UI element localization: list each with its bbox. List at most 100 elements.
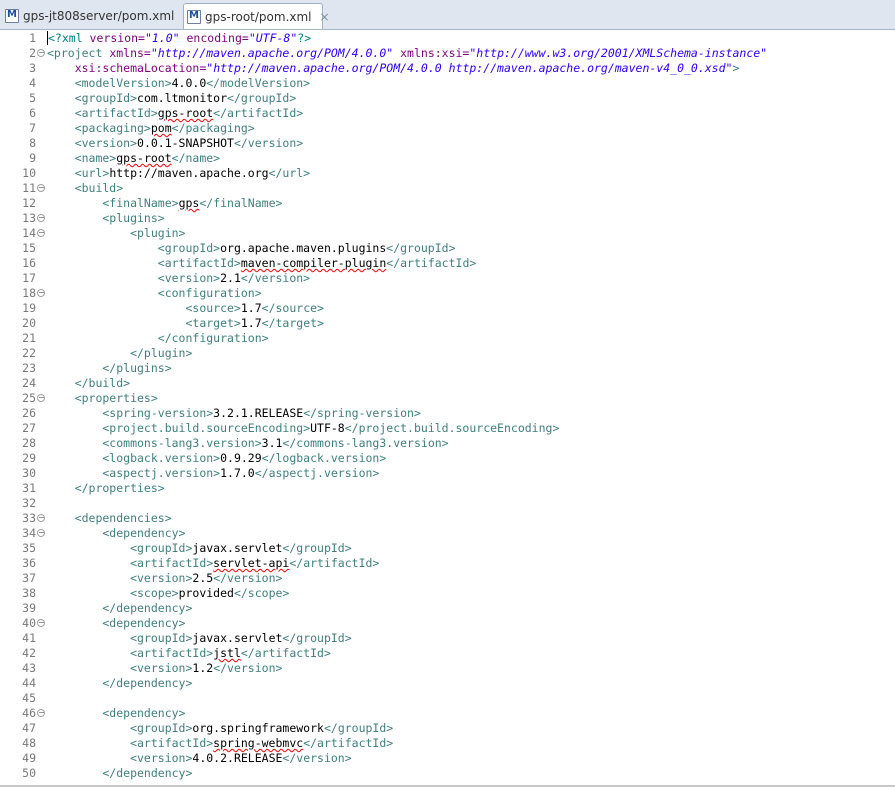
code-line: 45 (0, 691, 895, 706)
code-line: 3 xsi:schemaLocation="http://maven.apach… (0, 61, 895, 76)
line-number: 44 (22, 676, 36, 690)
code-text: <commons-lang3.version>3.1</commons-lang… (47, 436, 448, 451)
code-text: <plugin> (47, 226, 185, 241)
line-number: 42 (22, 646, 36, 660)
code-line: 38 <scope>provided</scope> (0, 586, 895, 601)
code-line: 47 <groupId>org.springframework</groupId… (0, 721, 895, 736)
token-tag: <dependencies> (47, 511, 172, 525)
code-text: <aspectj.version>1.7.0</aspectj.version> (47, 466, 379, 481)
editor-tab-bar: gps-jt808server/pom.xml gps-root/pom.xml… (0, 0, 895, 30)
code-line: 20 <target>1.7</target> (0, 316, 895, 331)
code-text: <dependency> (47, 616, 185, 631)
token-txt: org.springframework (192, 721, 324, 735)
code-line: 24 </build> (0, 376, 895, 391)
tab-label: gps-root/pom.xml (205, 9, 312, 24)
line-number: 14 (22, 226, 36, 240)
token-attr: encoding= (186, 31, 249, 45)
code-text: <packaging>pom</packaging> (47, 121, 255, 136)
code-line: 25− <properties> (0, 391, 895, 406)
fold-toggle-icon[interactable]: − (37, 709, 45, 717)
fold-toggle-icon[interactable]: − (37, 619, 45, 627)
code-line: 50 </dependency> (0, 766, 895, 781)
fold-toggle-icon[interactable]: − (37, 529, 45, 537)
line-number: 35 (22, 541, 36, 555)
code-line: 11− <build> (0, 181, 895, 196)
fold-toggle-icon[interactable]: − (37, 394, 45, 402)
code-line: 17 <version>2.1</version> (0, 271, 895, 286)
code-text: <artifactId>jstl</artifactId> (47, 646, 331, 661)
token-txt: gps (178, 196, 200, 210)
fold-toggle-icon[interactable]: − (37, 49, 45, 57)
line-number: 26 (22, 406, 36, 420)
code-text: <plugins> (47, 211, 164, 226)
token-tag: </groupId> (227, 91, 297, 105)
token-txt: 1.7.0 (220, 466, 255, 480)
code-line: 5 <groupId>com.ltmonitor</groupId> (0, 91, 895, 106)
token-txt: UTF-8 (310, 421, 345, 435)
tab-gps-root-pom[interactable]: gps-root/pom.xml × (183, 3, 330, 29)
token-tag: </dependency> (47, 766, 193, 780)
fold-toggle-icon[interactable]: − (37, 289, 45, 297)
token-tag: </plugin> (47, 346, 193, 360)
token-attr: xmlns= (109, 46, 151, 60)
token-tag: <url> (47, 166, 110, 180)
fold-toggle-icon[interactable]: − (37, 184, 45, 192)
line-number: 24 (22, 376, 36, 390)
fold-toggle-icon[interactable]: − (37, 214, 45, 222)
code-text: <url>http://maven.apache.org</url> (47, 166, 310, 181)
fold-toggle-icon[interactable]: − (37, 229, 45, 237)
code-text: <groupId>org.springframework</groupId> (47, 721, 393, 736)
tab-jt808server-pom[interactable]: gps-jt808server/pom.xml (0, 4, 176, 28)
line-number: 18 (22, 286, 36, 300)
token-txt: 4.0.0 (171, 76, 207, 90)
code-line: 40− <dependency> (0, 616, 895, 631)
code-text: <dependencies> (47, 511, 172, 526)
line-number: 49 (22, 751, 36, 765)
token-tag: </artifactId> (213, 106, 304, 120)
fold-toggle-icon[interactable]: − (37, 514, 45, 522)
code-text: <version>4.0.2.RELEASE</version> (47, 751, 352, 766)
code-text: <finalName>gps</finalName> (47, 196, 282, 211)
code-text: <properties> (47, 391, 158, 406)
token-tag: </artifactId> (303, 736, 394, 750)
code-text: </dependency> (47, 601, 192, 616)
code-text: <logback.version>0.9.29</logback.version… (47, 451, 386, 466)
token-tag: </groupId> (323, 721, 394, 735)
code-line: 27 <project.build.sourceEncoding>UTF-8</… (0, 421, 895, 436)
token-tag: </packaging> (171, 121, 255, 135)
token-tag: <scope> (47, 586, 179, 600)
code-text: </properties> (47, 481, 165, 496)
token-tag: <version> (47, 751, 193, 765)
code-text: </build> (47, 376, 130, 391)
code-text: <version>0.0.1-SNAPSHOT</version> (47, 136, 304, 151)
token-tag: <spring-version> (47, 406, 214, 420)
code-line: 39 </dependency> (0, 601, 895, 616)
code-line: 26 <spring-version>3.2.1.RELEASE</spring… (0, 406, 895, 421)
line-number: 50 (22, 766, 36, 780)
code-line: 43 <version>1.2</version> (0, 661, 895, 676)
token-tag: <artifactId> (47, 256, 241, 270)
token-tag: </version> (240, 271, 311, 285)
token-txt: 1.7 (240, 301, 262, 315)
line-number: 3 (29, 61, 36, 75)
token-tag: <properties> (47, 391, 158, 405)
token-txt: gps-root (157, 106, 214, 120)
line-number: 40 (22, 616, 36, 630)
code-line: 22 </plugin> (0, 346, 895, 361)
line-number: 9 (29, 151, 36, 165)
token-txt: 0.0.1-SNAPSHOT (137, 136, 234, 150)
line-number: 30 (22, 466, 36, 480)
code-line: 8 <version>0.0.1-SNAPSHOT</version> (0, 136, 895, 151)
code-line: 2− <project xmlns="http://maven.apache.or… (0, 46, 895, 61)
token-txt: com.ltmonitor (137, 91, 228, 105)
line-number: 16 (22, 256, 36, 270)
code-line: 46− <dependency> (0, 706, 895, 721)
xml-source-editor[interactable]: 1 <?xml version="1.0" encoding="UTF-8"?> 2… (0, 30, 895, 787)
token-tag: <logback.version> (47, 451, 221, 465)
token-val: "http://maven.apache.org/POM/4.0.0 http:… (206, 61, 733, 75)
token-txt: jstl (213, 646, 241, 660)
code-text: </plugins> (47, 361, 171, 376)
token-txt: 3.2.1.RELEASE (213, 406, 304, 420)
close-icon[interactable]: × (320, 10, 330, 24)
code-line: 36 <artifactId>servlet-api</artifactId> (0, 556, 895, 571)
